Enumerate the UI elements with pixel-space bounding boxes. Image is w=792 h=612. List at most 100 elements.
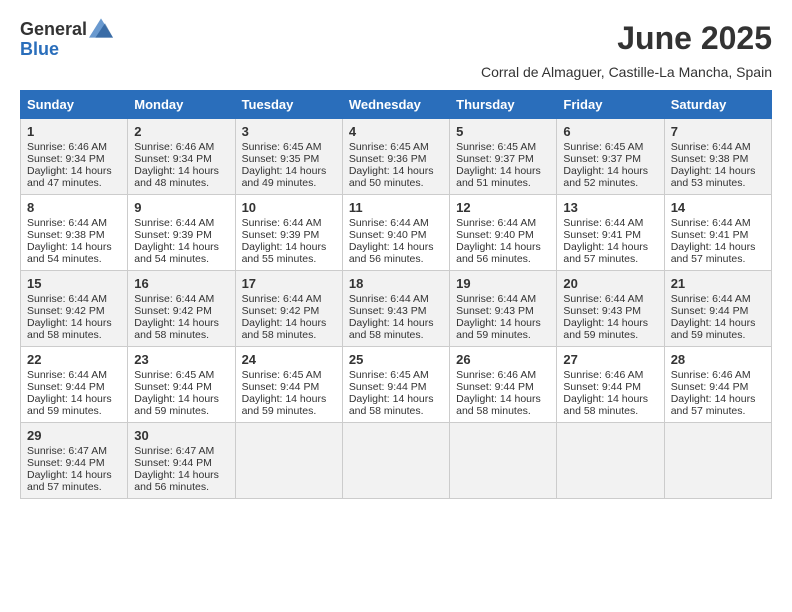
col-friday: Friday	[557, 90, 664, 118]
sunrise-text: Sunrise: 6:45 AM	[242, 141, 322, 153]
sunrise-text: Sunrise: 6:44 AM	[671, 141, 751, 153]
daylight-text: Daylight: 14 hours and 56 minutes.	[349, 241, 434, 265]
sunset-text: Sunset: 9:35 PM	[242, 153, 320, 165]
calendar-day-cell: 25Sunrise: 6:45 AMSunset: 9:44 PMDayligh…	[342, 346, 449, 422]
calendar-day-cell: 23Sunrise: 6:45 AMSunset: 9:44 PMDayligh…	[128, 346, 235, 422]
day-number: 27	[563, 352, 657, 367]
day-number: 2	[134, 124, 228, 139]
sunset-text: Sunset: 9:44 PM	[134, 457, 212, 469]
calendar-day-cell: 3Sunrise: 6:45 AMSunset: 9:35 PMDaylight…	[235, 118, 342, 194]
col-monday: Monday	[128, 90, 235, 118]
sunrise-text: Sunrise: 6:45 AM	[349, 369, 429, 381]
calendar-day-cell: 1Sunrise: 6:46 AMSunset: 9:34 PMDaylight…	[21, 118, 128, 194]
day-number: 20	[563, 276, 657, 291]
sunrise-text: Sunrise: 6:45 AM	[456, 141, 536, 153]
day-number: 11	[349, 200, 443, 215]
calendar-day-cell: 24Sunrise: 6:45 AMSunset: 9:44 PMDayligh…	[235, 346, 342, 422]
sunrise-text: Sunrise: 6:45 AM	[242, 369, 322, 381]
calendar-day-cell: 29Sunrise: 6:47 AMSunset: 9:44 PMDayligh…	[21, 422, 128, 498]
daylight-text: Daylight: 14 hours and 58 minutes.	[349, 317, 434, 341]
sunrise-text: Sunrise: 6:44 AM	[27, 217, 107, 229]
sunset-text: Sunset: 9:42 PM	[134, 305, 212, 317]
sunrise-text: Sunrise: 6:46 AM	[456, 369, 536, 381]
calendar-week-row: 1Sunrise: 6:46 AMSunset: 9:34 PMDaylight…	[21, 118, 772, 194]
sunrise-text: Sunrise: 6:44 AM	[456, 293, 536, 305]
sunset-text: Sunset: 9:38 PM	[27, 229, 105, 241]
day-number: 12	[456, 200, 550, 215]
col-wednesday: Wednesday	[342, 90, 449, 118]
calendar-day-cell: 6Sunrise: 6:45 AMSunset: 9:37 PMDaylight…	[557, 118, 664, 194]
sunrise-text: Sunrise: 6:44 AM	[349, 293, 429, 305]
calendar-day-cell: 12Sunrise: 6:44 AMSunset: 9:40 PMDayligh…	[450, 194, 557, 270]
sunrise-text: Sunrise: 6:44 AM	[671, 293, 751, 305]
sunset-text: Sunset: 9:34 PM	[27, 153, 105, 165]
sunset-text: Sunset: 9:44 PM	[27, 457, 105, 469]
empty-cell	[557, 422, 664, 498]
calendar-day-cell: 21Sunrise: 6:44 AMSunset: 9:44 PMDayligh…	[664, 270, 771, 346]
sunset-text: Sunset: 9:43 PM	[563, 305, 641, 317]
daylight-text: Daylight: 14 hours and 48 minutes.	[134, 165, 219, 189]
daylight-text: Daylight: 14 hours and 58 minutes.	[134, 317, 219, 341]
calendar-day-cell: 27Sunrise: 6:46 AMSunset: 9:44 PMDayligh…	[557, 346, 664, 422]
sunrise-text: Sunrise: 6:44 AM	[563, 293, 643, 305]
logo-blue: Blue	[20, 40, 113, 60]
sunset-text: Sunset: 9:37 PM	[563, 153, 641, 165]
daylight-text: Daylight: 14 hours and 58 minutes.	[242, 317, 327, 341]
sunrise-text: Sunrise: 6:44 AM	[134, 293, 214, 305]
empty-cell	[235, 422, 342, 498]
daylight-text: Daylight: 14 hours and 51 minutes.	[456, 165, 541, 189]
day-number: 3	[242, 124, 336, 139]
col-thursday: Thursday	[450, 90, 557, 118]
sunrise-text: Sunrise: 6:44 AM	[134, 217, 214, 229]
day-number: 17	[242, 276, 336, 291]
calendar-day-cell: 30Sunrise: 6:47 AMSunset: 9:44 PMDayligh…	[128, 422, 235, 498]
daylight-text: Daylight: 14 hours and 59 minutes.	[671, 317, 756, 341]
month-title: June 2025	[617, 20, 772, 57]
sunset-text: Sunset: 9:41 PM	[563, 229, 641, 241]
daylight-text: Daylight: 14 hours and 59 minutes.	[27, 393, 112, 417]
daylight-text: Daylight: 14 hours and 59 minutes.	[456, 317, 541, 341]
logo-icon	[89, 18, 113, 38]
calendar-table: Sunday Monday Tuesday Wednesday Thursday…	[20, 90, 772, 499]
sunrise-text: Sunrise: 6:44 AM	[242, 217, 322, 229]
day-number: 13	[563, 200, 657, 215]
daylight-text: Daylight: 14 hours and 54 minutes.	[134, 241, 219, 265]
calendar-day-cell: 11Sunrise: 6:44 AMSunset: 9:40 PMDayligh…	[342, 194, 449, 270]
calendar-week-row: 15Sunrise: 6:44 AMSunset: 9:42 PMDayligh…	[21, 270, 772, 346]
day-number: 25	[349, 352, 443, 367]
header: General Blue June 2025	[20, 20, 772, 60]
daylight-text: Daylight: 14 hours and 47 minutes.	[27, 165, 112, 189]
sunset-text: Sunset: 9:36 PM	[349, 153, 427, 165]
day-number: 18	[349, 276, 443, 291]
sunrise-text: Sunrise: 6:44 AM	[671, 217, 751, 229]
calendar-day-cell: 4Sunrise: 6:45 AMSunset: 9:36 PMDaylight…	[342, 118, 449, 194]
sunset-text: Sunset: 9:44 PM	[27, 381, 105, 393]
day-number: 5	[456, 124, 550, 139]
daylight-text: Daylight: 14 hours and 57 minutes.	[27, 469, 112, 493]
daylight-text: Daylight: 14 hours and 50 minutes.	[349, 165, 434, 189]
logo: General Blue	[20, 20, 113, 60]
calendar-week-row: 29Sunrise: 6:47 AMSunset: 9:44 PMDayligh…	[21, 422, 772, 498]
day-number: 21	[671, 276, 765, 291]
sunset-text: Sunset: 9:44 PM	[134, 381, 212, 393]
day-number: 15	[27, 276, 121, 291]
day-number: 10	[242, 200, 336, 215]
day-number: 24	[242, 352, 336, 367]
sunset-text: Sunset: 9:39 PM	[242, 229, 320, 241]
sunrise-text: Sunrise: 6:46 AM	[27, 141, 107, 153]
sunrise-text: Sunrise: 6:47 AM	[27, 445, 107, 457]
sunset-text: Sunset: 9:43 PM	[456, 305, 534, 317]
calendar-day-cell: 20Sunrise: 6:44 AMSunset: 9:43 PMDayligh…	[557, 270, 664, 346]
day-number: 23	[134, 352, 228, 367]
day-number: 9	[134, 200, 228, 215]
day-number: 30	[134, 428, 228, 443]
day-number: 16	[134, 276, 228, 291]
sunrise-text: Sunrise: 6:46 AM	[134, 141, 214, 153]
sunrise-text: Sunrise: 6:46 AM	[671, 369, 751, 381]
empty-cell	[450, 422, 557, 498]
day-number: 22	[27, 352, 121, 367]
day-number: 6	[563, 124, 657, 139]
calendar-day-cell: 19 Sunrise: 6:44 AMSunset: 9:43 PMDayligh…	[450, 270, 557, 346]
sunrise-text: Sunrise: 6:44 AM	[349, 217, 429, 229]
day-number: 19	[456, 276, 550, 291]
